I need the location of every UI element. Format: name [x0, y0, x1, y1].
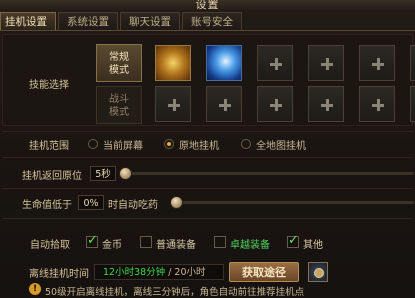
tab-underline	[0, 30, 415, 31]
add-skill-slot[interactable]	[257, 45, 293, 81]
skill-blue-lightning-icon[interactable]	[206, 45, 242, 81]
add-skill-slot[interactable]	[359, 45, 395, 81]
mode-normal-button[interactable]: 常规模式	[96, 44, 142, 82]
add-skill-slot[interactable]	[410, 45, 415, 81]
offline-remaining: 12小时38分钟	[103, 267, 166, 278]
pickup-gold-label: 金币	[102, 240, 122, 251]
divider	[2, 131, 413, 132]
return-value: 5秒	[90, 166, 116, 181]
add-skill-slot[interactable]	[308, 86, 344, 122]
title-bar: 设置	[0, 0, 415, 11]
divider	[2, 188, 413, 189]
settings-panel: 设置 挂机设置 系统设置 聊天设置 账号安全 技能选择 常规模式 战斗模式 挂机…	[0, 0, 415, 298]
skill-select-label: 技能选择	[29, 80, 69, 91]
window-title: 设置	[195, 0, 220, 11]
divider	[2, 218, 413, 219]
pickup-excellent-equip-label: 卓越装备	[230, 240, 270, 251]
tab-chat-settings[interactable]: 聊天设置	[120, 12, 180, 30]
offline-total: / 20小时	[165, 267, 206, 278]
mode-battle-button[interactable]: 战斗模式	[96, 86, 142, 124]
hp-label-after: 时自动吃药	[108, 200, 158, 211]
add-skill-slot[interactable]	[257, 86, 293, 122]
tab-account-security[interactable]: 账号安全	[182, 12, 242, 30]
clock-icon[interactable]	[308, 262, 328, 282]
range-label: 挂机范围	[29, 141, 69, 152]
range-full-map-radio[interactable]	[241, 139, 251, 149]
offline-time-box: 12小时38分钟 / 20小时	[94, 264, 224, 280]
pickup-normal-equip-checkbox[interactable]	[140, 236, 152, 248]
divider	[2, 157, 413, 158]
hp-label-before: 生命值低于	[22, 200, 72, 211]
pickup-normal-equip-label: 普通装备	[156, 240, 196, 251]
hp-slider-thumb[interactable]	[170, 196, 183, 209]
pickup-excellent-equip-checkbox[interactable]	[214, 236, 226, 248]
tab-system-settings[interactable]: 系统设置	[58, 12, 118, 30]
tab-bar: 挂机设置 系统设置 聊天设置 账号安全	[0, 12, 244, 30]
pickup-label: 自动拾取	[30, 240, 70, 251]
add-skill-slot[interactable]	[359, 86, 395, 122]
add-skill-slot[interactable]	[155, 86, 191, 122]
hp-slider-track[interactable]	[172, 200, 415, 205]
add-skill-slot[interactable]	[410, 86, 415, 122]
range-in-place-radio[interactable]	[164, 139, 174, 149]
range-current-screen-radio[interactable]	[88, 139, 98, 149]
mode-normal-label: 常规模式	[109, 52, 129, 76]
pickup-other-label: 其他	[303, 240, 323, 251]
pickup-other-checkbox[interactable]	[287, 233, 299, 248]
return-slider-track[interactable]	[120, 171, 415, 176]
return-label: 挂机返回原位	[22, 171, 82, 182]
range-in-place-label: 原地挂机	[179, 141, 219, 152]
add-skill-slot[interactable]	[308, 45, 344, 81]
mode-battle-label: 战斗模式	[109, 94, 129, 118]
offline-label: 离线挂机时间	[29, 269, 89, 280]
notice-text: 50级开启离线挂机，离线三分钟后，角色自动前往推荐挂机点	[45, 287, 305, 298]
pickup-gold-checkbox[interactable]	[86, 233, 98, 248]
range-current-screen-label: 当前屏幕	[103, 141, 143, 152]
get-method-button[interactable]: 获取途径	[229, 262, 299, 282]
tab-idle-settings[interactable]: 挂机设置	[0, 12, 56, 30]
warning-icon: !	[29, 283, 41, 295]
return-slider-thumb[interactable]	[119, 167, 132, 180]
skill-gold-dragon-icon[interactable]	[155, 45, 191, 81]
add-skill-slot[interactable]	[206, 86, 242, 122]
hp-value: 0%	[78, 195, 104, 210]
range-full-map-label: 全地图挂机	[256, 141, 306, 152]
